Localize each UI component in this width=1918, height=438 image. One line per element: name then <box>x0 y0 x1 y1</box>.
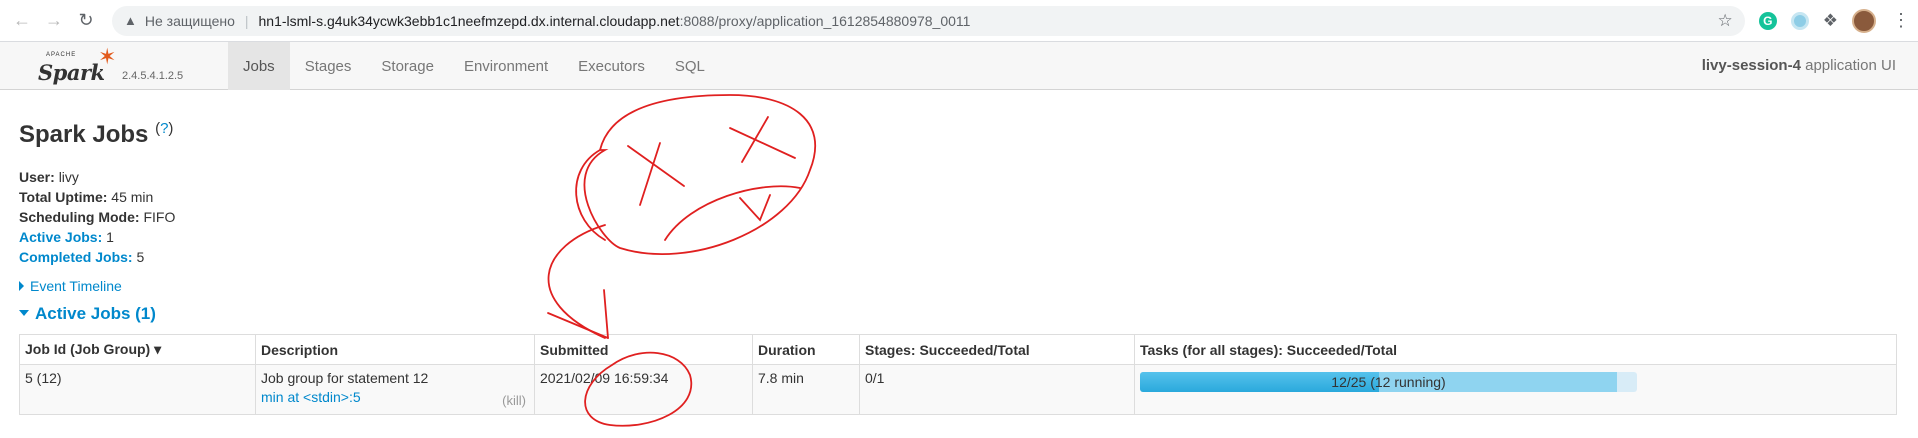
scheduling-label: Scheduling Mode: <box>19 209 140 225</box>
bookmark-star-icon[interactable]: ☆ <box>1718 11 1733 31</box>
header-tasks[interactable]: Tasks (for all stages): Succeeded/Total <box>1134 334 1897 365</box>
description-text: Job group for statement 12 <box>261 370 429 386</box>
app-title: livy-session-4 application UI <box>1702 57 1896 74</box>
user-value: livy <box>58 169 79 185</box>
header-duration[interactable]: Duration <box>752 334 860 365</box>
stages-cell: 0/1 <box>859 364 1135 415</box>
progress-text: 12/25 (12 running) <box>1331 374 1446 390</box>
back-icon[interactable]: ← <box>8 7 36 35</box>
description-cell: Job group for statement 12 min at <stdin… <box>255 364 535 415</box>
expanded-arrow-icon <box>19 310 29 316</box>
tab-sql[interactable]: SQL <box>660 42 720 90</box>
uptime-value: 45 min <box>111 189 154 205</box>
browser-menu-icon[interactable]: ⋮ <box>1892 10 1910 31</box>
extension-circle-icon[interactable] <box>1790 11 1809 30</box>
user-label: User: <box>19 169 55 185</box>
collapsed-arrow-icon <box>19 281 24 291</box>
warning-icon: ▲ <box>124 13 137 28</box>
spark-logo[interactable]: APACHE Spark ✶ 2.4.5.4.1.2.5 <box>38 44 198 88</box>
url-host: hn1-lsml-s.g4uk34ycwk3ebb1c1neefmzepd.dx… <box>258 12 680 29</box>
forward-icon[interactable]: → <box>40 7 68 35</box>
tab-jobs[interactable]: Jobs <box>228 42 290 90</box>
page-title-text: Spark Jobs <box>19 121 149 148</box>
active-jobs-heading-text: Active Jobs (1) <box>35 304 156 323</box>
tasks-cell: 12/25 (12 running) <box>1134 364 1897 415</box>
active-jobs-table: Job Id (Job Group) ▾ Description Submitt… <box>19 334 1897 415</box>
kill-link[interactable]: (kill) <box>502 393 526 408</box>
security-label: Не защищено <box>144 12 235 29</box>
nav-tabs: Jobs Stages Storage Environment Executor… <box>228 42 720 90</box>
help-link[interactable]: (?) <box>155 120 173 137</box>
help-icon[interactable]: ? <box>160 120 168 137</box>
profile-avatar[interactable] <box>1852 8 1876 33</box>
active-jobs-count: 1 <box>106 229 114 245</box>
tasks-progress-bar: 12/25 (12 running) <box>1140 372 1637 392</box>
reload-icon[interactable]: ↻ <box>72 7 100 35</box>
url-path: :8088/proxy/application_1612854880978_00… <box>679 12 971 29</box>
extensions-puzzle-icon[interactable]: ❖ <box>1823 11 1838 31</box>
duration-cell: 7.8 min <box>752 364 860 415</box>
spark-navbar: APACHE Spark ✶ 2.4.5.4.1.2.5 Jobs Stages… <box>0 42 1918 90</box>
active-jobs-link[interactable]: Active Jobs: <box>19 229 102 245</box>
completed-jobs-count: 5 <box>136 249 145 265</box>
spark-logo-text: Spark <box>38 60 105 85</box>
table-row: 5 (12) Job group for statement 12 min at… <box>19 364 1897 415</box>
completed-jobs-link[interactable]: Completed Jobs: <box>19 249 133 265</box>
header-stages[interactable]: Stages: Succeeded/Total <box>859 334 1135 365</box>
active-jobs-heading[interactable]: Active Jobs (1) <box>19 304 1898 324</box>
header-description[interactable]: Description <box>255 334 535 365</box>
app-suffix: application UI <box>1800 57 1896 74</box>
submitted-cell: 2021/02/09 16:59:34 <box>534 364 753 415</box>
tab-environment[interactable]: Environment <box>449 42 563 90</box>
job-summary: User: livy Total Uptime: 45 min Scheduli… <box>19 167 1898 267</box>
header-submitted[interactable]: Submitted <box>534 334 753 365</box>
app-name: livy-session-4 <box>1701 57 1801 74</box>
address-bar[interactable]: ▲ Не защищено | hn1-lsml-s.g4uk34ycwk3eb… <box>112 5 1745 36</box>
browser-toolbar: ← → ↻ ▲ Не защищено | hn1-lsml-s.g4uk34y… <box>0 0 1918 42</box>
tab-stages[interactable]: Stages <box>290 42 367 90</box>
grammarly-extension-icon[interactable]: G <box>1758 11 1777 30</box>
tab-storage[interactable]: Storage <box>366 42 449 90</box>
event-timeline-toggle[interactable]: Event Timeline <box>19 278 1898 294</box>
tab-executors[interactable]: Executors <box>563 42 660 90</box>
page-content: Spark Jobs (?) User: livy Total Uptime: … <box>19 90 1898 415</box>
page-title: Spark Jobs (?) <box>19 120 1898 149</box>
description-link[interactable]: min at <stdin>:5 <box>261 389 529 405</box>
apache-logo-text: APACHE <box>46 52 77 58</box>
spark-version: 2.4.5.4.1.2.5 <box>122 70 184 82</box>
job-id-cell: 5 (12) <box>19 364 256 415</box>
uptime-label: Total Uptime: <box>19 189 108 205</box>
spark-star-icon: ✶ <box>98 44 117 69</box>
separator: | <box>244 12 249 29</box>
table-header-row: Job Id (Job Group) ▾ Description Submitt… <box>19 334 1897 365</box>
header-job-id[interactable]: Job Id (Job Group) ▾ <box>19 334 256 365</box>
event-timeline-label: Event Timeline <box>30 278 122 294</box>
scheduling-value: FIFO <box>143 209 176 225</box>
